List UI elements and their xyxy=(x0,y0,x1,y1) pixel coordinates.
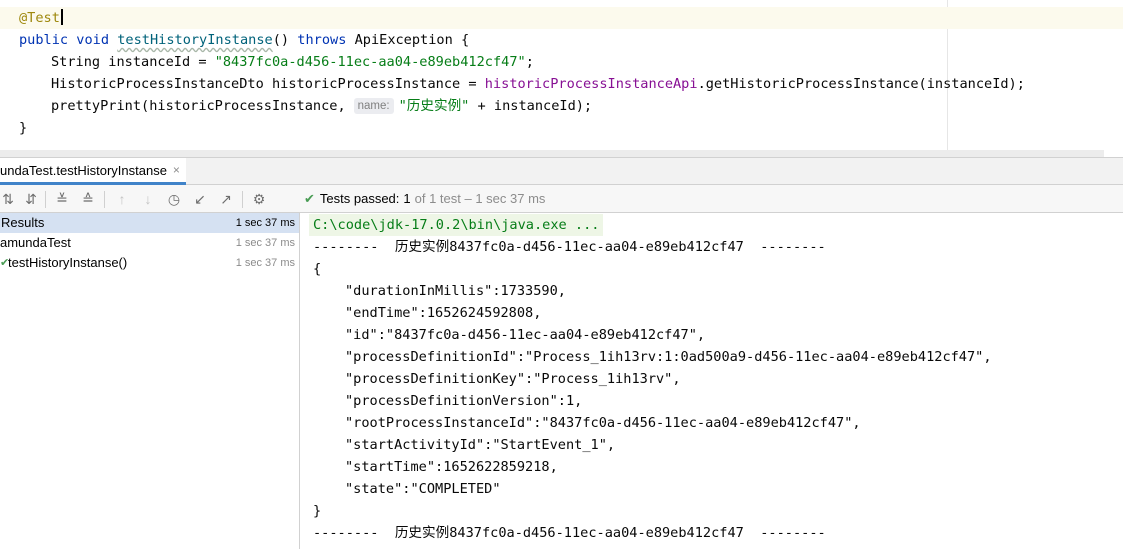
concat-rest: + instanceId); xyxy=(469,98,593,114)
code-line-5[interactable]: prettyPrint(historicProcessInstance, name… xyxy=(0,95,592,117)
var-declaration: String instanceId = xyxy=(51,54,215,70)
console-json-field: "startActivityId":"StartEvent_1", xyxy=(345,437,616,453)
tree-item-label: Results xyxy=(1,215,45,230)
method-params: () xyxy=(272,32,290,48)
console-json-field: "processDefinitionId":"Process_1ih13rv:1… xyxy=(345,349,992,365)
settings-icon[interactable]: ⚙ xyxy=(251,191,267,207)
tree-item-label: amundaTest xyxy=(0,235,71,250)
tree-item-duration: 1 sec 37 ms xyxy=(235,217,295,229)
tree-item-test-method[interactable]: ✔ testHistoryInstanse() 1 sec 37 ms xyxy=(0,253,299,273)
sort-alpha-icon[interactable]: ⇅ xyxy=(0,191,16,207)
toolbar-separator xyxy=(45,191,46,208)
next-failed-icon[interactable]: ↓ xyxy=(140,191,156,207)
console-json-field: "processDefinitionKey":"Process_1ih13rv"… xyxy=(345,371,681,387)
run-tool-window-tabs: undaTest.testHistoryInstanse × xyxy=(0,157,1123,185)
tree-item-duration: 1 sec 37 ms xyxy=(235,237,295,249)
console-open-brace: { xyxy=(313,261,322,277)
console-json-field: "processDefinitionVersion":1, xyxy=(345,393,583,409)
expand-all-icon[interactable]: ≚ xyxy=(54,191,70,207)
console-json-field: "endTime":1652624592808, xyxy=(345,305,542,321)
toolbar-separator xyxy=(242,191,243,208)
instance-id-string: "8437fc0a-d456-11ec-aa04-e89eb412cf47" xyxy=(214,54,526,70)
editor-horizontal-scrollbar[interactable] xyxy=(0,150,1104,157)
close-icon[interactable]: × xyxy=(173,163,180,177)
test-status: ✔ Tests passed: 1 of 1 test – 1 sec 37 m… xyxy=(304,185,545,213)
code-line-3[interactable]: String instanceId = "8437fc0a-d456-11ec-… xyxy=(0,51,534,73)
tab-run-configuration[interactable]: undaTest.testHistoryInstanse × xyxy=(0,158,186,185)
throws-keyword: throws xyxy=(297,32,347,48)
check-icon: ✔ xyxy=(304,191,315,206)
tree-item-label: testHistoryInstanse() xyxy=(8,255,128,270)
console-json-field: "state":"COMPLETED" xyxy=(345,481,501,497)
statement-end: ; xyxy=(525,54,534,70)
tree-item-test-class[interactable]: amundaTest 1 sec 37 ms xyxy=(0,233,299,253)
console-close-brace: } xyxy=(313,503,322,519)
pretty-print-call: prettyPrint(historicProcessInstance, xyxy=(51,98,346,114)
console-output[interactable]: C:\code\jdk-17.0.2\bin\java.exe ... ----… xyxy=(301,213,1123,549)
method-modifiers: public void xyxy=(19,32,110,48)
code-line-4[interactable]: HistoricProcessInstanceDto historicProce… xyxy=(0,73,1025,95)
test-runner-toolbar: ⇅ ⇵ ≚ ≙ ↑ ↓ ◷ ↙ ↗ ⚙ ✔ Tests passed: 1 of… xyxy=(0,185,1123,213)
tree-item-results[interactable]: Results 1 sec 37 ms xyxy=(0,213,299,233)
prev-failed-icon[interactable]: ↑ xyxy=(114,191,130,207)
method-name: testHistoryInstanse xyxy=(117,32,273,48)
code-line-1[interactable]: @Test xyxy=(0,7,1123,29)
name-string: "历史实例" xyxy=(398,98,470,114)
console-json-field: "id":"8437fc0a-d456-11ec-aa04-e89eb412cf… xyxy=(345,327,706,343)
closing-brace: } xyxy=(19,120,28,136)
console-separator: -------- 历史实例8437fc0a-d456-11ec-aa04-e89… xyxy=(313,525,826,541)
status-detail: of 1 test – 1 sec 37 ms xyxy=(414,191,546,206)
console-json-field: "rootProcessInstanceId":"8437fc0a-d456-1… xyxy=(345,415,861,431)
status-count: 1 xyxy=(403,191,411,206)
exception-type: ApiException { xyxy=(354,32,470,48)
sort-duration-icon[interactable]: ⇵ xyxy=(23,191,39,207)
tab-label: undaTest.testHistoryInstanse xyxy=(0,162,167,178)
console-json-field: "durationInMillis":1733590, xyxy=(345,283,566,299)
text-caret xyxy=(60,9,63,25)
parameter-hint: name: xyxy=(353,98,394,114)
console-command-line[interactable]: C:\code\jdk-17.0.2\bin\java.exe ... xyxy=(309,214,604,236)
api-field: historicProcessInstanceApi xyxy=(484,76,698,92)
toolbar-separator xyxy=(104,191,105,208)
collapse-all-icon[interactable]: ≙ xyxy=(80,191,96,207)
code-editor[interactable]: @Test public void testHistoryInstanse() … xyxy=(0,0,1123,157)
test-results-tree[interactable]: Results 1 sec 37 ms amundaTest 1 sec 37 … xyxy=(0,213,300,549)
api-call: .getHistoricProcessInstance(instanceId); xyxy=(697,76,1025,92)
code-line-2[interactable]: public void testHistoryInstanse() throws… xyxy=(0,29,469,51)
console-json-field: "startTime":1652622859218, xyxy=(345,459,558,475)
export-icon[interactable]: ↗ xyxy=(218,191,234,207)
history-icon[interactable]: ◷ xyxy=(166,191,182,207)
code-line-6[interactable]: } xyxy=(0,117,27,139)
annotation-text: @Test xyxy=(19,10,60,26)
tree-item-duration: 1 sec 37 ms xyxy=(235,257,295,269)
console-separator: -------- 历史实例8437fc0a-d456-11ec-aa04-e89… xyxy=(313,239,826,255)
import-icon[interactable]: ↙ xyxy=(192,191,208,207)
dto-declaration: HistoricProcessInstanceDto historicProce… xyxy=(51,76,485,92)
status-prefix: Tests passed: xyxy=(319,191,400,206)
